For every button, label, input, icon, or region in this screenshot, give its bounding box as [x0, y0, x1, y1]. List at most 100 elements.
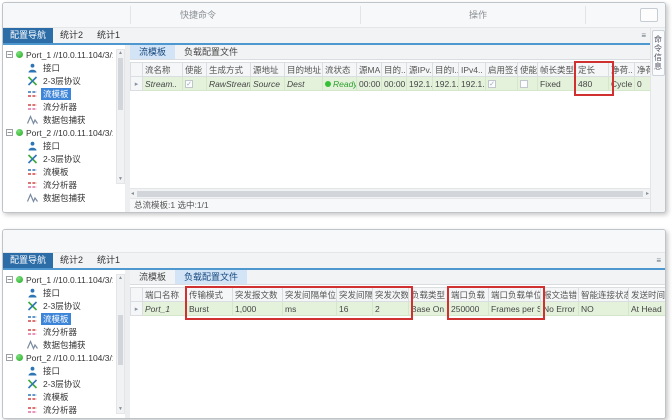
tree-port-node[interactable]: −Port_1 //10.0.11.104/3/13 [6, 273, 113, 286]
grid-cell[interactable]: 192.1.. [433, 77, 459, 91]
grid-cell[interactable]: RawStream [207, 77, 251, 91]
tab-load-profile[interactable]: 负载配置文件 [175, 270, 247, 284]
horizontal-scrollbar[interactable]: ◂ ▸ [130, 188, 650, 198]
tree-item[interactable]: 流分析器 [6, 178, 113, 191]
tree-item[interactable]: 数据包捕获 [6, 338, 113, 351]
grid-cell[interactable]: Burst [187, 302, 233, 316]
column-header[interactable]: 突发报文数 [233, 288, 283, 302]
grid-cell[interactable]: At Head [629, 302, 666, 316]
tree-item[interactable]: 接口 [6, 61, 113, 74]
column-header[interactable]: 报文造错 [541, 288, 579, 302]
column-header[interactable]: 端口名称 [143, 288, 187, 302]
scroll-up-icon[interactable]: ▲ [117, 275, 124, 282]
column-header[interactable]: 定长 [576, 63, 609, 77]
grid-cell[interactable]: 1,000 [233, 302, 283, 316]
grid-cell[interactable] [518, 77, 538, 91]
tree-scrollbar[interactable]: ▲ ▼ [116, 274, 125, 414]
column-header[interactable]: 使能.. [518, 63, 538, 77]
grid-cell[interactable]: Frames per Second [489, 302, 541, 316]
scroll-left-icon[interactable]: ◂ [130, 190, 135, 197]
column-header[interactable]: 目的地址 [285, 63, 323, 77]
column-header[interactable]: 帧长类型 [538, 63, 576, 77]
column-header[interactable]: 源IPv.. [407, 63, 433, 77]
grid-cell[interactable]: 2 [373, 302, 409, 316]
grid-cell[interactable]: 00:00.. [382, 77, 407, 91]
table-row[interactable]: ▸Port_1Burst1,000ms162Base On Port250000… [131, 302, 666, 316]
grid-cell[interactable]: 0 [635, 77, 651, 91]
scroll-right-icon[interactable]: ▸ [645, 190, 650, 197]
checkbox[interactable] [520, 80, 528, 88]
scroll-up-icon[interactable]: ▲ [117, 50, 124, 57]
tree-item[interactable]: 接口 [6, 364, 113, 377]
column-header[interactable]: 目的I.. [433, 63, 459, 77]
tab-config-nav[interactable]: 配置导航 [3, 253, 53, 268]
scroll-down-icon[interactable]: ▼ [117, 176, 124, 183]
column-header[interactable]: 源地址 [251, 63, 285, 77]
tab-stream-template[interactable]: 流模板 [130, 45, 175, 59]
column-header[interactable]: 流名称 [143, 63, 183, 77]
checkbox[interactable]: ✓ [488, 80, 496, 88]
column-header[interactable]: 负载类型 [409, 288, 449, 302]
column-header[interactable]: 智能连接状态 [579, 288, 629, 302]
checkbox[interactable]: ✓ [185, 80, 193, 88]
column-header[interactable]: 启用签名 [486, 63, 518, 77]
column-header[interactable]: 端口负载单位 [489, 288, 541, 302]
tree-item[interactable]: 2-3层协议 [6, 299, 113, 312]
tree-item[interactable]: 流分析器 [6, 403, 113, 416]
tree-item[interactable]: 2-3层协议 [6, 74, 113, 87]
column-header[interactable]: 使能 [183, 63, 207, 77]
row-selector[interactable]: ▸ [131, 302, 143, 316]
column-header[interactable]: 突发间隔 [337, 288, 373, 302]
grid-cell[interactable]: Stream.. [143, 77, 183, 91]
grid-cell[interactable]: 192.1.. [459, 77, 486, 91]
grid-cell[interactable]: 16 [337, 302, 373, 316]
column-header[interactable]: 突发间隔单位 [283, 288, 337, 302]
column-header[interactable]: 传输模式 [187, 288, 233, 302]
collapse-expander-icon[interactable]: − [6, 276, 13, 283]
grid-cell[interactable]: 00:00.. [357, 77, 382, 91]
tree-item[interactable]: 2-3层协议 [6, 377, 113, 390]
grid-cell[interactable]: ✓ [183, 77, 207, 91]
tab-config-nav[interactable]: 配置导航 [3, 28, 53, 43]
tab-stats2[interactable]: 统计2 [53, 28, 90, 43]
tree-item[interactable]: 流模板 [6, 165, 113, 178]
tree-port-node[interactable]: −Port_2 //10.0.11.104/3/14 [6, 351, 113, 364]
column-header[interactable]: 突发次数 [373, 288, 409, 302]
grid-cell[interactable]: Port_1 [143, 302, 187, 316]
scrollbar-thumb[interactable] [118, 315, 123, 365]
column-header[interactable]: 生成方式 [207, 63, 251, 77]
table-row[interactable]: ▸Stream..✓RawStreamSourceDestReady00:00.… [131, 77, 651, 91]
tree-item[interactable]: 流模板 [6, 87, 113, 100]
tree-port-node[interactable]: −Port_1 //10.0.11.104/3/13 [6, 48, 113, 61]
grid-cell[interactable]: Source [251, 77, 285, 91]
tree-port-node[interactable]: −Port_2 //10.0.11.104/3/14 [6, 126, 113, 139]
tab-stats1[interactable]: 统计1 [90, 253, 127, 268]
tree-scrollbar[interactable]: ▲ ▼ [116, 49, 125, 184]
tab-list-menu-icon[interactable]: ≡ [641, 31, 646, 40]
column-header[interactable]: 净荷.. [609, 63, 635, 77]
tab-stream-template[interactable]: 流模板 [130, 270, 175, 284]
tree-item[interactable]: 流分析器 [6, 100, 113, 113]
grid-cell[interactable]: 192.1.. [407, 77, 433, 91]
tab-list-menu-icon[interactable]: ≡ [656, 256, 661, 265]
grid-cell[interactable]: No Error [541, 302, 579, 316]
grid-cell[interactable]: Cycle [609, 77, 635, 91]
tree-item[interactable]: 数据包捕获 [6, 113, 113, 126]
scrollbar-thumb[interactable] [118, 58, 123, 110]
grid-cell[interactable]: ms [283, 302, 337, 316]
tab-load-profile[interactable]: 负载配置文件 [175, 45, 247, 59]
column-header[interactable]: 净荷值 [635, 63, 651, 77]
tree-item[interactable]: 数据包捕获 [6, 191, 113, 204]
tree-item[interactable]: 流模板 [6, 390, 113, 403]
collapse-expander-icon[interactable]: − [6, 51, 13, 58]
side-panel-tab[interactable]: 命令信息 [652, 30, 665, 76]
tree-item[interactable]: 数据包捕获 [6, 416, 113, 418]
grid-cell[interactable]: Base On Port [409, 302, 449, 316]
ribbon-collapse-button[interactable] [640, 8, 658, 22]
column-header[interactable]: 源MA.. [357, 63, 382, 77]
tree-item[interactable]: 流分析器 [6, 325, 113, 338]
grid-cell[interactable]: Ready [323, 77, 357, 91]
tab-stats2[interactable]: 统计2 [53, 253, 90, 268]
collapse-expander-icon[interactable]: − [6, 354, 13, 361]
tree-item[interactable]: 2-3层协议 [6, 152, 113, 165]
